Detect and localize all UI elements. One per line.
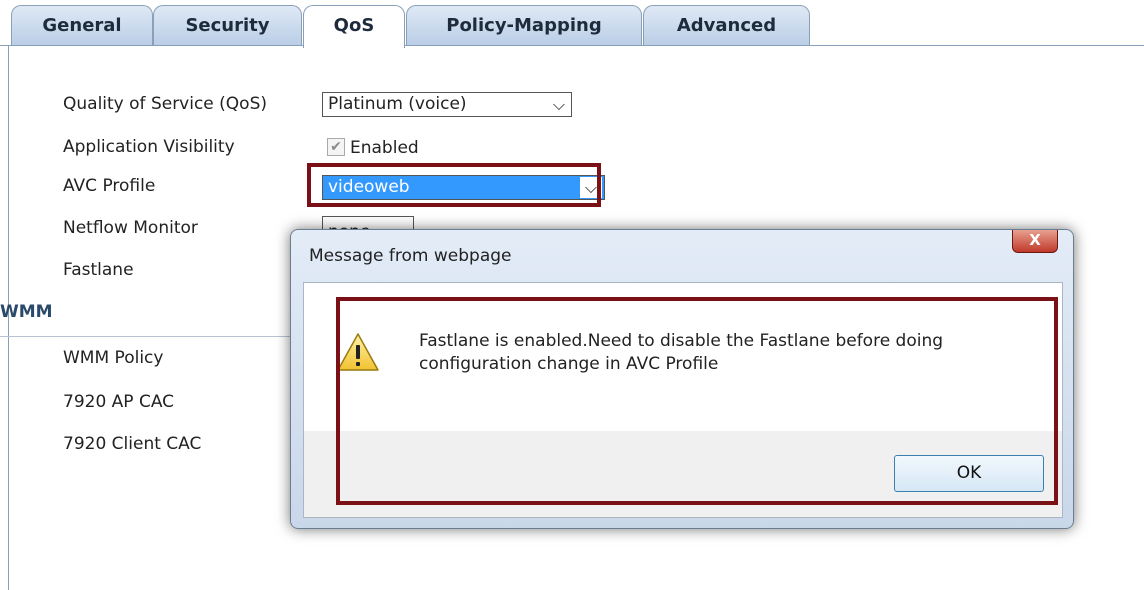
check-icon: ✔ xyxy=(330,139,342,155)
avc-profile-label: AVC Profile xyxy=(63,176,156,196)
wmm-policy-label: WMM Policy xyxy=(63,348,164,368)
tab-qos[interactable]: QoS xyxy=(303,5,405,48)
qos-label: Quality of Service (QoS) xyxy=(63,94,268,114)
app-visibility-checkbox[interactable]: ✔ xyxy=(327,138,345,156)
qos-select[interactable]: Platinum (voice) ⌵ xyxy=(322,92,572,117)
avc-profile-highlight xyxy=(307,163,601,207)
qos-select-value: Platinum (voice) xyxy=(328,94,467,114)
app-visibility-label: Application Visibility xyxy=(63,137,235,157)
tab-security[interactable]: Security xyxy=(153,5,302,46)
dialog-title: Message from webpage xyxy=(309,246,512,266)
tab-policy-mapping[interactable]: Policy-Mapping xyxy=(406,5,642,46)
chevron-down-icon: ⌵ xyxy=(552,95,565,114)
tab-divider xyxy=(0,45,1144,46)
tab-general[interactable]: General xyxy=(11,5,153,46)
fastlane-label: Fastlane xyxy=(63,260,134,280)
client-cac-label: 7920 Client CAC xyxy=(63,434,202,454)
close-button[interactable]: X xyxy=(1012,230,1058,253)
dialog-highlight xyxy=(336,297,1058,505)
ap-cac-label: 7920 AP CAC xyxy=(63,392,175,412)
netflow-monitor-label: Netflow Monitor xyxy=(63,218,198,238)
tab-bar: General Security QoS Policy-Mapping Adva… xyxy=(0,0,1144,48)
wmm-divider xyxy=(0,336,300,337)
tab-advanced[interactable]: Advanced xyxy=(643,5,810,46)
close-icon: X xyxy=(1029,231,1041,249)
app-visibility-checkbox-label: Enabled xyxy=(350,138,419,158)
wmm-section-title: WMM xyxy=(0,302,53,322)
